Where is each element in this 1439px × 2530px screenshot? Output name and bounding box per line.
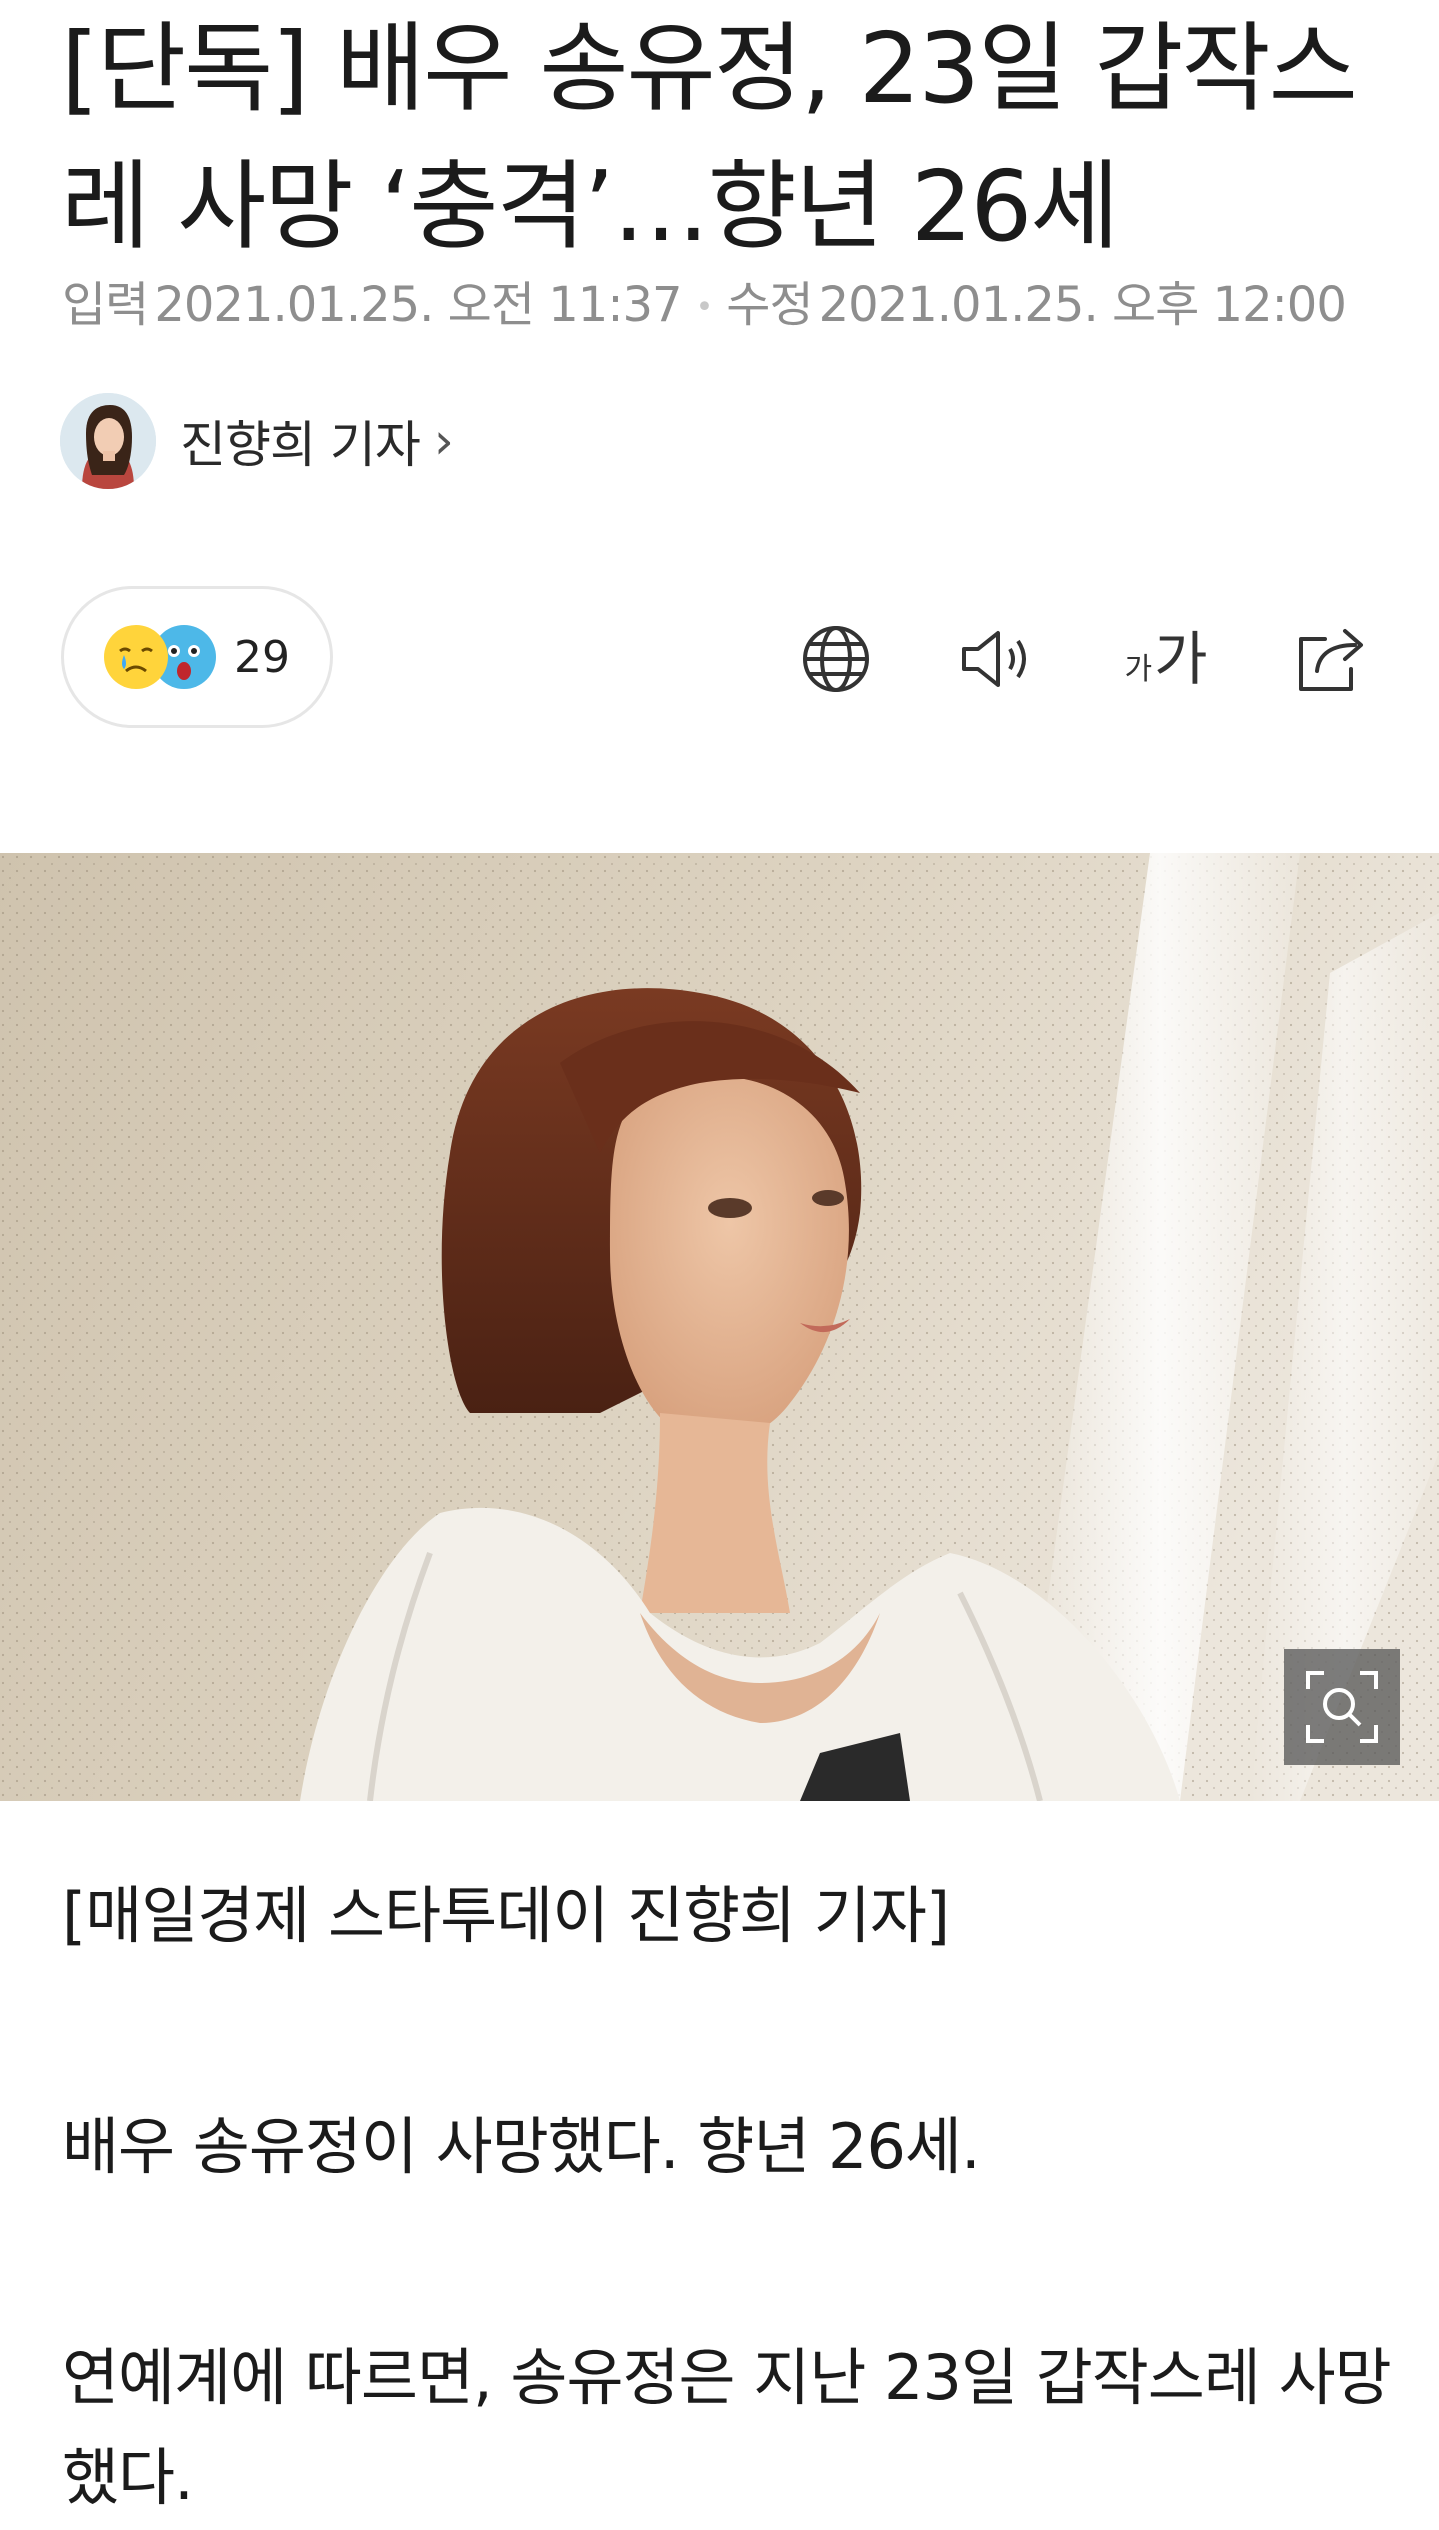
font-size-large-label: 가 (1154, 625, 1208, 693)
translate-button[interactable] (793, 616, 879, 702)
edit-time: 2021.01.25. 오후 12:00 (818, 277, 1347, 333)
article-headline: [단독] 배우 송유정, 23일 갑작스레 사망 ‘충격’…향년 26세 (61, 12, 1358, 263)
share-icon (1299, 629, 1363, 691)
read-aloud-button[interactable] (955, 616, 1041, 702)
chevron-right-icon: › (433, 412, 454, 470)
edit-label: 수정 (726, 277, 813, 333)
meta-separator: • (695, 290, 714, 325)
reaction-button[interactable]: 29 (61, 586, 333, 728)
author-avatar (60, 393, 156, 489)
article-meta: 입력 2021.01.25. 오전 11:37 • 수정 2021.01.25. 오후 … (62, 275, 1347, 338)
input-label: 입력 (62, 277, 149, 333)
sad-crying-face-icon (104, 625, 168, 689)
author-name: 진향희 기자 (180, 416, 421, 474)
article-paragraph: 연예계에 따르면, 송유정은 지난 23일 갑작스레 사망했다. (62, 2341, 1392, 2514)
photo-zoom-button[interactable] (1284, 1649, 1400, 1765)
article-photo (0, 853, 1439, 1801)
share-button[interactable] (1290, 616, 1376, 702)
font-size-small-label: 가 (1124, 652, 1153, 687)
speaker-icon (962, 631, 1026, 687)
font-size-icon: 가 가 (1125, 628, 1208, 690)
zoom-icon (1306, 1671, 1378, 1743)
article-paragraph: 배우 송유정이 사망했다. 향년 26세. (62, 2110, 981, 2183)
article-byline: [매일경제 스타투데이 진향희 기자] (62, 1879, 950, 1952)
globe-icon (803, 626, 869, 692)
author-link[interactable]: 진향희 기자 › (60, 393, 454, 489)
font-size-button[interactable]: 가 가 (1116, 616, 1216, 702)
reaction-count: 29 (234, 631, 290, 683)
input-time: 2021.01.25. 오전 11:37 (154, 277, 682, 333)
